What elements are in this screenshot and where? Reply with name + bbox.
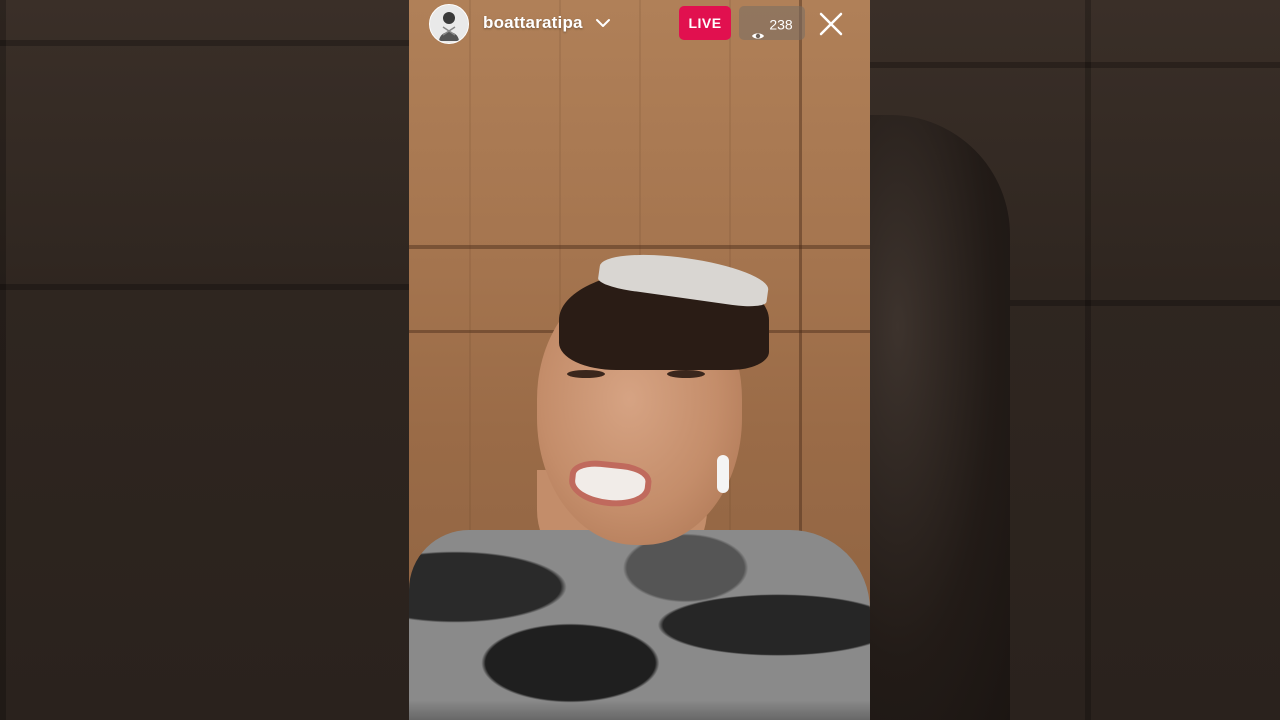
- earbud: [717, 455, 729, 493]
- live-video: [409, 0, 870, 720]
- viewer-count: 238: [769, 16, 793, 33]
- blurred-background-left: [0, 0, 409, 720]
- live-badge: LIVE: [679, 6, 731, 40]
- profile-avatar[interactable]: [429, 4, 469, 44]
- viewer-count-badge[interactable]: 238: [739, 6, 805, 40]
- blurred-background-right: [870, 0, 1280, 720]
- eye-icon: [751, 19, 765, 39]
- username[interactable]: boattaratipa: [483, 13, 583, 33]
- live-stream-viewer: boattaratipa LIVE 238: [0, 0, 1280, 720]
- close-icon[interactable]: [817, 10, 845, 38]
- live-top-bar: boattaratipa LIVE 238: [409, 0, 870, 48]
- person-shirt: [409, 530, 870, 720]
- comment-area: [409, 700, 870, 720]
- chevron-down-icon[interactable]: [593, 13, 613, 33]
